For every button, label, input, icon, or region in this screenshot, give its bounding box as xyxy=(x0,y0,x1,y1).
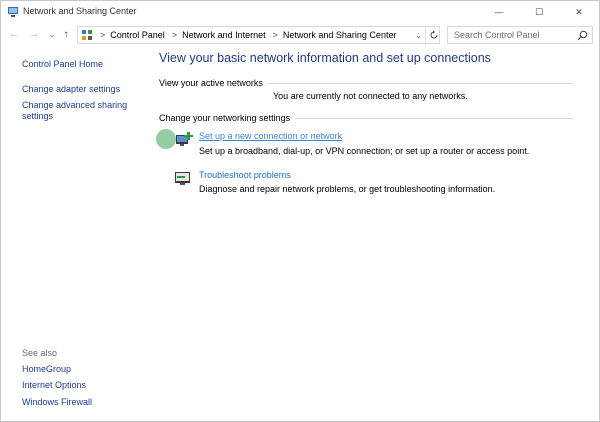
breadcrumb-network-internet[interactable]: Network and Internet xyxy=(182,30,266,40)
setup-connection-link[interactable]: Set up a new connection or network xyxy=(199,131,342,141)
refresh-button[interactable] xyxy=(425,26,441,44)
breadcrumb-control-panel[interactable]: Control Panel xyxy=(110,30,165,40)
change-advanced-sharing-link[interactable]: Change advanced sharing settings xyxy=(22,100,132,122)
active-networks-heading: View your active networks xyxy=(159,78,573,88)
forward-button[interactable]: → xyxy=(27,27,41,41)
minimize-button[interactable]: — xyxy=(479,1,519,23)
sidebar: Control Panel Home Change adapter settin… xyxy=(1,47,151,421)
search-box[interactable] xyxy=(447,26,593,44)
maximize-icon: ☐ xyxy=(534,6,544,17)
window: Network and Sharing Center — ☐ ✕ ← → ⌄ ↑… xyxy=(0,0,600,422)
change-settings-heading: Change your networking settings xyxy=(159,113,573,123)
close-button[interactable]: ✕ xyxy=(559,1,599,23)
search-input[interactable] xyxy=(448,27,568,43)
divider xyxy=(267,82,573,84)
back-arrow-icon: ← xyxy=(9,28,19,40)
setup-connection-description: Set up a broadband, dial-up, or VPN conn… xyxy=(199,146,530,156)
window-title: Network and Sharing Center xyxy=(23,6,137,16)
maximize-button[interactable]: ☐ xyxy=(519,1,559,23)
troubleshoot-problems-link[interactable]: Troubleshoot problems xyxy=(199,170,291,180)
new-connection-icon xyxy=(176,132,193,146)
breadcrumb-separator: > xyxy=(100,30,106,40)
network-status-text: You are currently not connected to any n… xyxy=(273,91,468,101)
breadcrumb-separator: > xyxy=(171,30,178,40)
active-networks-heading-text: View your active networks xyxy=(159,78,263,88)
control-panel-icon xyxy=(82,30,92,40)
refresh-icon xyxy=(430,30,437,39)
address-bar: ← → ⌄ ↑ > Control Panel > Network and In… xyxy=(1,23,599,47)
network-center-icon xyxy=(8,7,18,17)
address-dropdown-icon[interactable]: ⌄ xyxy=(415,31,422,40)
close-icon: ✕ xyxy=(575,6,583,17)
breadcrumb-separator: > xyxy=(272,30,278,40)
breadcrumb-network-sharing-center[interactable]: Network and Sharing Center xyxy=(283,30,397,40)
search-icon xyxy=(577,30,588,41)
minimize-icon: — xyxy=(494,7,504,17)
title-bar: Network and Sharing Center — ☐ ✕ xyxy=(1,1,599,23)
troubleshoot-icon xyxy=(175,172,190,185)
windows-firewall-link[interactable]: Windows Firewall xyxy=(22,397,92,408)
back-button[interactable]: ← xyxy=(7,27,21,41)
divider xyxy=(295,117,573,119)
recent-locations-button[interactable]: ⌄ xyxy=(45,27,59,41)
forward-arrow-icon: → xyxy=(29,28,39,40)
up-button[interactable]: ↑ xyxy=(59,27,73,41)
change-settings-heading-text: Change your networking settings xyxy=(159,113,291,123)
breadcrumb[interactable]: > Control Panel > Network and Internet >… xyxy=(77,26,440,44)
main-content: View your basic network information and … xyxy=(156,47,599,421)
internet-options-link[interactable]: Internet Options xyxy=(22,380,86,391)
control-panel-home-link[interactable]: Control Panel Home xyxy=(22,59,103,70)
see-also-label: See also xyxy=(22,348,58,358)
chevron-down-icon: ⌄ xyxy=(48,29,56,39)
homegroup-link[interactable]: HomeGroup xyxy=(22,364,71,375)
page-title: View your basic network information and … xyxy=(159,51,491,65)
up-arrow-icon: ↑ xyxy=(63,28,69,40)
change-adapter-settings-link[interactable]: Change adapter settings xyxy=(22,84,120,95)
troubleshoot-problems-description: Diagnose and repair network problems, or… xyxy=(199,184,496,194)
